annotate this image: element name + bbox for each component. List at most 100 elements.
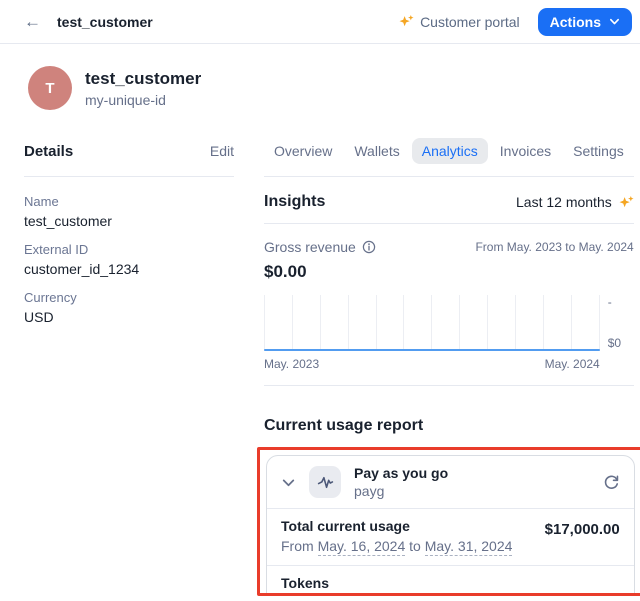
field-value: test_customer bbox=[24, 213, 234, 229]
field-value: USD bbox=[24, 309, 234, 325]
customer-name: test_customer bbox=[85, 69, 201, 89]
avatar-initial: T bbox=[45, 80, 54, 97]
top-bar: ← test_customer Customer portal Actions bbox=[0, 0, 640, 44]
chart-gridline bbox=[571, 295, 572, 351]
tabs-divider bbox=[264, 176, 634, 177]
chart-gridline bbox=[459, 295, 460, 351]
total-usage-row: Total current usage From May. 16, 2024 t… bbox=[267, 508, 634, 565]
gross-revenue-header: Gross revenue From May. 2023 to May. 202… bbox=[264, 239, 634, 255]
topbar-title: test_customer bbox=[57, 14, 153, 30]
chart-plot-area bbox=[264, 295, 600, 351]
chart-gridline bbox=[431, 295, 432, 351]
x-axis-end-label: May. 2024 bbox=[545, 357, 600, 371]
chart-gridlines bbox=[264, 295, 600, 351]
date-range-label: From May. 2023 to May. 2024 bbox=[475, 240, 633, 254]
details-divider bbox=[24, 176, 234, 177]
actions-button[interactable]: Actions bbox=[538, 8, 632, 36]
chart-gridline bbox=[599, 295, 600, 351]
avatar: T bbox=[28, 66, 72, 110]
field-label: Name bbox=[24, 194, 234, 209]
analytics-column: Overview Wallets Analytics Invoices Sett… bbox=[264, 136, 634, 596]
chart-gridline bbox=[348, 295, 349, 351]
tab-settings[interactable]: Settings bbox=[563, 138, 634, 164]
details-column: Details Edit Name test_customer External… bbox=[24, 136, 234, 596]
field-value: customer_id_1234 bbox=[24, 261, 234, 277]
total-usage-period: From May. 16, 2024 to May. 31, 2024 bbox=[281, 538, 512, 554]
x-axis-start-label: May. 2023 bbox=[264, 357, 319, 371]
total-usage-amount: $17,000.00 bbox=[545, 518, 620, 538]
details-fields: Name test_customer External ID customer_… bbox=[24, 194, 234, 325]
detail-field-name: Name test_customer bbox=[24, 194, 234, 229]
plan-code: payg bbox=[354, 483, 448, 499]
gross-revenue-label: Gross revenue bbox=[264, 239, 356, 255]
gross-revenue-value: $0.00 bbox=[264, 262, 634, 282]
tab-invoices[interactable]: Invoices bbox=[490, 138, 561, 164]
chart-x-axis: May. 2023 May. 2024 bbox=[264, 357, 634, 371]
y-axis-zero-label: $0 bbox=[608, 336, 634, 350]
chart-gridline bbox=[515, 295, 516, 351]
topbar-actions: Customer portal Actions bbox=[399, 8, 632, 36]
chevron-down-icon bbox=[609, 16, 620, 27]
usage-report-heading: Current usage report bbox=[264, 417, 634, 435]
period-word-to: to bbox=[409, 538, 421, 554]
customer-identity: test_customer my-unique-id bbox=[85, 69, 201, 108]
detail-field-external-id: External ID customer_id_1234 bbox=[24, 242, 234, 277]
chart-gridline bbox=[292, 295, 293, 351]
chart-bottom-divider bbox=[264, 385, 634, 386]
usage-card: Pay as you go payg Total current usage F… bbox=[266, 455, 635, 596]
chart-y-axis: - $0 bbox=[608, 295, 634, 351]
insights-divider bbox=[264, 223, 634, 224]
chart-gridline bbox=[320, 295, 321, 351]
sparkles-icon bbox=[399, 14, 414, 29]
refresh-icon[interactable] bbox=[603, 474, 620, 491]
metric-name: Tokens bbox=[281, 575, 372, 591]
field-label: External ID bbox=[24, 242, 234, 257]
main-content: Details Edit Name test_customer External… bbox=[0, 110, 640, 596]
customer-portal-label: Customer portal bbox=[420, 14, 520, 30]
activity-pulse-icon bbox=[317, 474, 334, 491]
back-arrow-icon[interactable]: ← bbox=[24, 13, 41, 30]
gross-revenue-chart: - $0 bbox=[264, 295, 634, 351]
gross-revenue-label-row: Gross revenue bbox=[264, 239, 376, 255]
tokens-text: Tokens openai_tokens bbox=[281, 575, 372, 596]
chart-gridline bbox=[376, 295, 377, 351]
chart-gridline bbox=[403, 295, 404, 351]
chart-zero-line bbox=[264, 349, 600, 351]
metric-code: openai_tokens bbox=[281, 595, 372, 596]
period-end-date: May. 31, 2024 bbox=[425, 538, 513, 556]
customer-portal-link[interactable]: Customer portal bbox=[399, 14, 520, 30]
collapse-chevron-icon[interactable] bbox=[281, 475, 296, 490]
plan-identity: Pay as you go payg bbox=[354, 465, 448, 499]
total-usage-label: Total current usage bbox=[281, 518, 512, 534]
tab-overview[interactable]: Overview bbox=[264, 138, 342, 164]
tab-wallets[interactable]: Wallets bbox=[344, 138, 409, 164]
actions-button-label: Actions bbox=[550, 14, 601, 30]
chart-gridline bbox=[543, 295, 544, 351]
field-label: Currency bbox=[24, 290, 234, 305]
details-heading: Details bbox=[24, 143, 73, 160]
insights-header: Insights Last 12 months bbox=[264, 193, 634, 211]
period-selector[interactable]: Last 12 months bbox=[516, 194, 634, 210]
tab-analytics[interactable]: Analytics bbox=[412, 138, 488, 164]
plan-row: Pay as you go payg bbox=[267, 456, 634, 508]
sparkles-icon bbox=[619, 195, 634, 210]
period-selector-label: Last 12 months bbox=[516, 194, 612, 210]
chart-gridline bbox=[487, 295, 488, 351]
plan-name: Pay as you go bbox=[354, 465, 448, 481]
tokens-row: Tokens openai_tokens bbox=[267, 565, 634, 596]
edit-details-link[interactable]: Edit bbox=[210, 143, 234, 159]
info-icon[interactable] bbox=[362, 240, 376, 254]
period-word-from: From bbox=[281, 538, 314, 554]
tab-bar: Overview Wallets Analytics Invoices Sett… bbox=[264, 136, 634, 166]
period-start-date: May. 16, 2024 bbox=[318, 538, 406, 556]
annotation-highlight-box: Pay as you go payg Total current usage F… bbox=[257, 447, 640, 596]
customer-header: T test_customer my-unique-id bbox=[0, 44, 640, 110]
customer-external-id: my-unique-id bbox=[85, 92, 201, 108]
plan-icon-box bbox=[309, 466, 341, 498]
total-usage-text: Total current usage From May. 16, 2024 t… bbox=[281, 518, 512, 554]
insights-heading: Insights bbox=[264, 193, 325, 211]
detail-field-currency: Currency USD bbox=[24, 290, 234, 325]
chart-gridline bbox=[264, 295, 265, 351]
y-axis-top-label: - bbox=[608, 295, 634, 309]
details-header: Details Edit bbox=[24, 136, 234, 166]
